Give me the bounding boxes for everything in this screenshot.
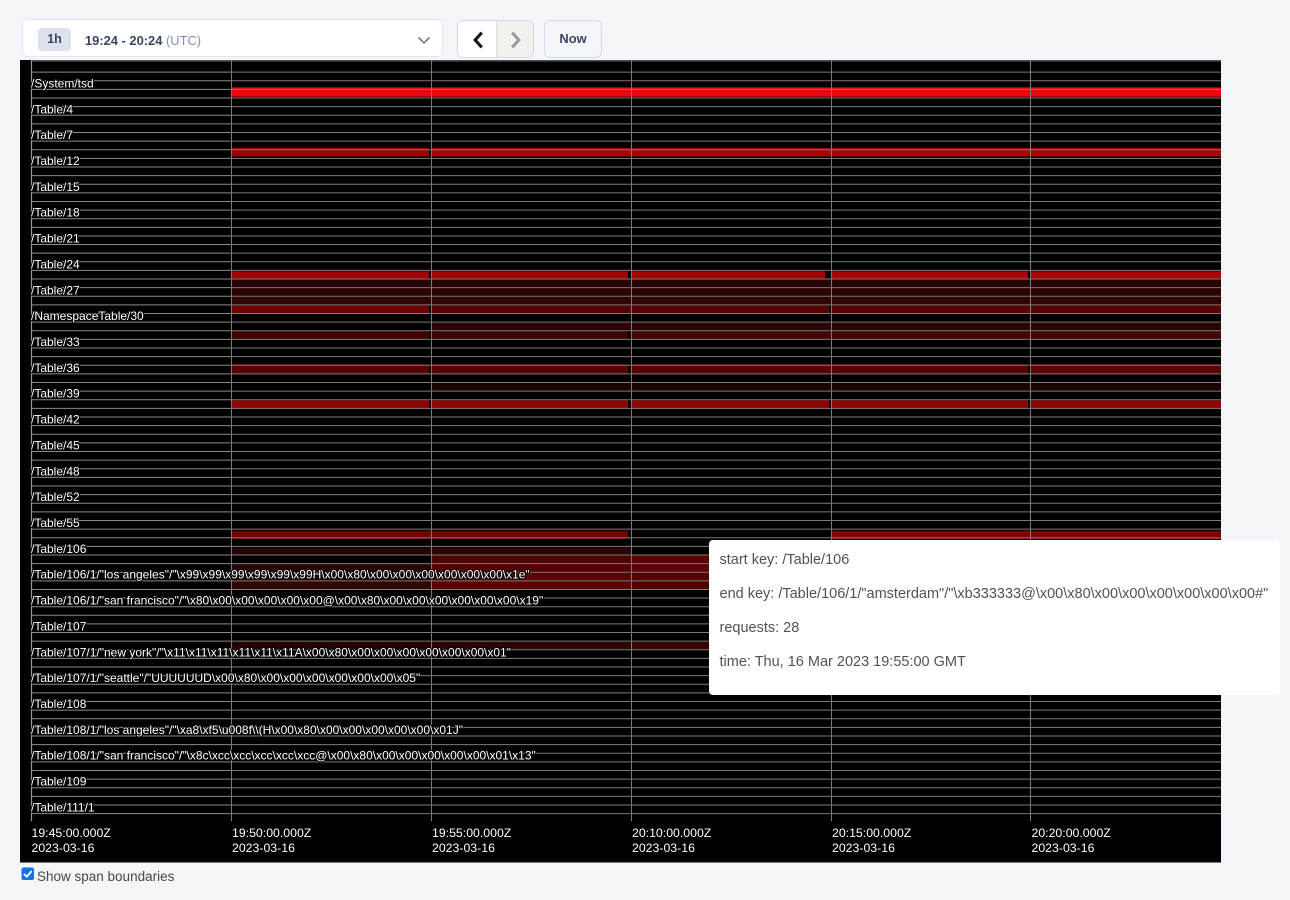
svg-text:/Table/24: /Table/24 bbox=[31, 257, 80, 271]
svg-text:2023-03-16: 2023-03-16 bbox=[832, 841, 895, 855]
svg-text:/System/tsd: /System/tsd bbox=[31, 76, 94, 90]
svg-text:/Table/48: /Table/48 bbox=[31, 464, 80, 478]
svg-text:/Table/108: /Table/108 bbox=[31, 697, 87, 711]
svg-text:/Table/39: /Table/39 bbox=[31, 386, 80, 400]
svg-text:20:15:00.000Z: 20:15:00.000Z bbox=[832, 826, 912, 840]
svg-text:/Table/55: /Table/55 bbox=[31, 516, 80, 530]
svg-text:2023-03-16: 2023-03-16 bbox=[432, 841, 495, 855]
svg-text:/Table/4: /Table/4 bbox=[31, 102, 73, 116]
svg-text:20:20:00.000Z: 20:20:00.000Z bbox=[1032, 826, 1112, 840]
svg-text:/Table/106: /Table/106 bbox=[31, 541, 87, 555]
svg-text:/Table/107/1/"new york"/"\x11\: /Table/107/1/"new york"/"\x11\x11\x11\x1… bbox=[31, 645, 511, 659]
svg-text:/NamespaceTable/30: /NamespaceTable/30 bbox=[31, 309, 144, 323]
svg-text:/Table/27: /Table/27 bbox=[31, 283, 80, 297]
svg-text:/Table/108/1/"los angeles"/"\x: /Table/108/1/"los angeles"/"\xa8\xf5\u00… bbox=[31, 722, 463, 736]
svg-text:/Table/106/1/"los angeles"/"\x: /Table/106/1/"los angeles"/"\x99\x99\x99… bbox=[31, 567, 530, 581]
svg-text:2023-03-16: 2023-03-16 bbox=[632, 841, 695, 855]
svg-text:/Table/109: /Table/109 bbox=[31, 774, 87, 788]
svg-text:/Table/106/1/"san francisco"/": /Table/106/1/"san francisco"/"\x80\x00\x… bbox=[31, 593, 543, 607]
svg-text:/Table/18: /Table/18 bbox=[31, 205, 80, 219]
svg-text:/Table/21: /Table/21 bbox=[31, 231, 80, 245]
svg-text:/Table/107/1/"seattle"/"UUUUUU: /Table/107/1/"seattle"/"UUUUUUD\x00\x80\… bbox=[31, 671, 420, 685]
svg-text:/Table/107: /Table/107 bbox=[31, 619, 87, 633]
svg-text:/Table/42: /Table/42 bbox=[31, 412, 80, 426]
svg-text:19:45:00.000Z: 19:45:00.000Z bbox=[32, 826, 112, 840]
svg-text:/Table/52: /Table/52 bbox=[31, 490, 80, 504]
svg-text:2023-03-16: 2023-03-16 bbox=[1032, 841, 1095, 855]
svg-text:/Table/111/1: /Table/111/1 bbox=[31, 800, 95, 814]
svg-text:/Table/15: /Table/15 bbox=[31, 179, 80, 193]
svg-text:/Table/12: /Table/12 bbox=[31, 154, 80, 168]
svg-text:/Table/36: /Table/36 bbox=[31, 360, 80, 374]
svg-text:2023-03-16: 2023-03-16 bbox=[32, 841, 95, 855]
svg-text:2023-03-16: 2023-03-16 bbox=[232, 841, 295, 855]
svg-text:19:55:00.000Z: 19:55:00.000Z bbox=[432, 826, 512, 840]
svg-text:20:10:00.000Z: 20:10:00.000Z bbox=[632, 826, 712, 840]
svg-text:19:50:00.000Z: 19:50:00.000Z bbox=[232, 826, 312, 840]
svg-text:/Table/33: /Table/33 bbox=[31, 335, 80, 349]
svg-text:/Table/7: /Table/7 bbox=[31, 128, 73, 142]
svg-text:/Table/108/1/"san francisco"/": /Table/108/1/"san francisco"/"\x8c\xcc\x… bbox=[31, 748, 536, 762]
svg-text:/Table/45: /Table/45 bbox=[31, 438, 80, 452]
